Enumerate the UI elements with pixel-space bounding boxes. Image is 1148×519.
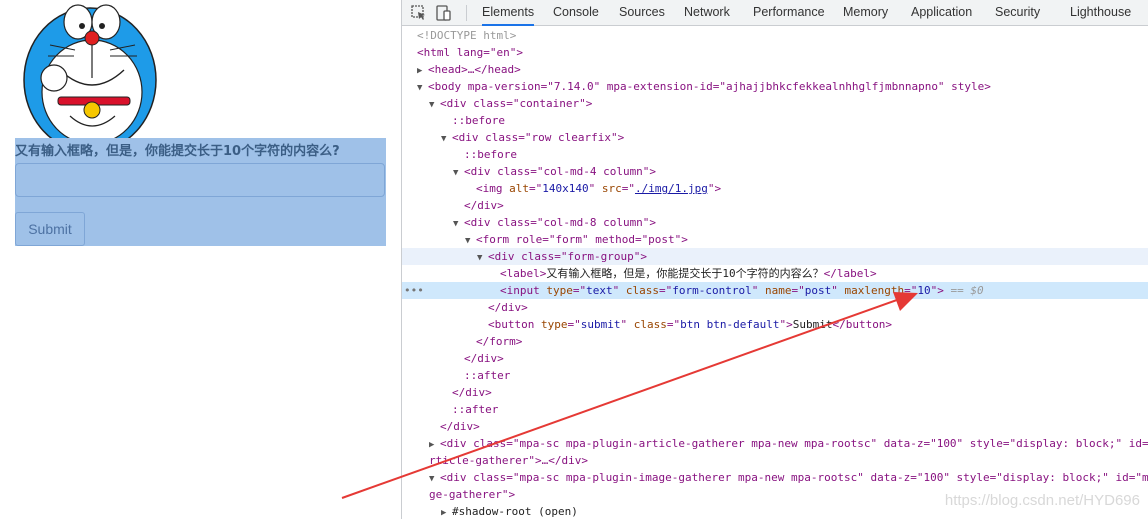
col8-tag: <div class="col-md-8 column"> [464, 216, 657, 229]
tree-node-row[interactable]: ▼ <div class="row clearfix"> [402, 129, 1148, 146]
input-name-value: post [804, 284, 832, 297]
tab-memory[interactable]: Memory [843, 0, 888, 26]
submit-button[interactable]: Submit [15, 212, 85, 246]
tree-node-img[interactable]: <img alt="140x140" src="./img/1.jpg"> [402, 180, 1148, 197]
selected-marker: == $0 [950, 284, 984, 297]
tree-node-form-close[interactable]: </form> [402, 333, 1148, 350]
tab-security[interactable]: Security [995, 0, 1040, 26]
tree-node-article-gatherer-cont[interactable]: rticle-gatherer">…</div> [402, 452, 1148, 469]
tree-node-label[interactable]: <label>又有输入框略，但是，你能提交长于10个字符的内容么？</label… [402, 265, 1148, 282]
watermark: https://blog.csdn.net/HYD696 [944, 492, 1140, 509]
tab-sources[interactable]: Sources [619, 0, 665, 26]
div-close-tag: </div> [440, 420, 480, 433]
tree-node-head[interactable]: ▶ <head>…</head> [402, 61, 1148, 78]
tab-application[interactable]: Application [911, 0, 972, 26]
toolbar-separator [466, 5, 467, 21]
col4-tag: <div class="col-md-4 column"> [464, 165, 657, 178]
tree-node-div-close-5[interactable]: </div> [402, 418, 1148, 435]
tree-node-col4[interactable]: ▼ <div class="col-md-4 column"> [402, 163, 1148, 180]
tree-node-col8[interactable]: ▼ <div class="col-md-8 column"> [402, 214, 1148, 231]
devtools-panel: Elements Console Sources Network Perform… [401, 0, 1148, 519]
tree-node-div-close-2[interactable]: </div> [402, 299, 1148, 316]
img-src-link[interactable]: ./img/1.jpg [635, 182, 708, 195]
div-close-tag: </div> [488, 301, 528, 314]
after-pseudo: ::after [464, 369, 511, 382]
after-pseudo: ::after [452, 403, 499, 416]
div-close-tag: </div> [452, 386, 492, 399]
input-type-value: text [586, 284, 613, 297]
div-close-tag: </div> [464, 352, 504, 365]
tab-network[interactable]: Network [684, 0, 730, 26]
html-tag: <html lang="en"> [417, 46, 523, 59]
tree-node-div-close-4[interactable]: </div> [402, 384, 1148, 401]
input-class-value: form-control [672, 284, 752, 297]
before-pseudo: ::before [464, 148, 517, 161]
tab-console[interactable]: Console [553, 0, 599, 26]
dom-tree: <!DOCTYPE html> <html lang="en"> ▶ <head>… [402, 27, 1148, 519]
tree-node-before-2[interactable]: ::before [402, 146, 1148, 163]
container-tag: <div class="container"> [440, 97, 593, 110]
form-label: 又有输入框略，但是，你能提交长于10个字符的内容么? [15, 144, 340, 159]
inspect-element-icon[interactable] [410, 4, 428, 22]
rendered-page: 又有输入框略，但是，你能提交长于10个字符的内容么? Submit [0, 0, 401, 519]
tree-node-form-group[interactable]: ▼ <div class="form-group"> [402, 248, 1148, 265]
tree-node-container[interactable]: ▼ <div class="container"> [402, 95, 1148, 112]
tree-node-after[interactable]: ::after [402, 367, 1148, 384]
tree-node-article-gatherer[interactable]: ▶ <div class="mpa-sc mpa-plugin-article-g… [402, 435, 1148, 452]
article-gatherer-tag: <div class="mpa-sc mpa-plugin-article-ga… [440, 437, 1148, 450]
tree-node-after-2[interactable]: ::after [402, 401, 1148, 418]
tree-node-doctype[interactable]: <!DOCTYPE html> [402, 27, 1148, 44]
tree-node-div-close-3[interactable]: </div> [402, 350, 1148, 367]
tab-performance[interactable]: Performance [753, 0, 825, 26]
tree-node-button[interactable]: <button type="submit" class="btn btn-def… [402, 316, 1148, 333]
form-group-tag: <div class="form-group"> [488, 250, 647, 263]
more-options-icon[interactable]: ••• [404, 282, 424, 299]
tree-node-body[interactable]: ▼ <body mpa-version="7.14.0" mpa-extensio… [402, 78, 1148, 95]
devtools-toolbar: Elements Console Sources Network Perform… [402, 0, 1148, 26]
button-text: Submit [792, 318, 833, 331]
row-tag: <div class="row clearfix"> [452, 131, 625, 144]
input-maxlength-value: 10 [917, 284, 931, 297]
tree-node-div-close[interactable]: </div> [402, 197, 1148, 214]
post-input[interactable] [15, 163, 385, 197]
head-tag: <head>…</head> [428, 63, 521, 76]
tree-node-image-gatherer[interactable]: ▼ <div class="mpa-sc mpa-plugin-image-gat… [402, 469, 1148, 486]
tree-node-form[interactable]: ▼ <form role="form" method="post"> [402, 231, 1148, 248]
body-tag: <body mpa-version="7.14.0" mpa-extension… [428, 80, 991, 93]
doctype-text: <!DOCTYPE html> [417, 29, 517, 42]
img-alt-value: 140x140 [542, 182, 589, 195]
tree-node-before[interactable]: ::before [402, 112, 1148, 129]
doraemon-image [20, 0, 160, 140]
form-close-tag: </form> [476, 335, 523, 348]
label-text: 又有输入框略，但是，你能提交长于10个字符的内容么？ [546, 267, 824, 280]
shadow-root-text: #shadow-root (open) [452, 505, 578, 518]
device-toolbar-icon[interactable] [435, 4, 453, 22]
screenshot: 又有输入框略，但是，你能提交长于10个字符的内容么? Submit Elemen… [0, 0, 1148, 519]
expand-triangle-icon[interactable]: ▶ [441, 505, 452, 519]
before-pseudo: ::before [452, 114, 505, 127]
tree-node-input-selected[interactable]: ••• <input type="text" class="form-contro… [402, 282, 1148, 299]
div-close-tag: </div> [464, 199, 504, 212]
image-gatherer-cont: ge-gatherer"> [429, 488, 516, 501]
image-gatherer-tag: <div class="mpa-sc mpa-plugin-image-gath… [440, 471, 1148, 484]
tree-node-html[interactable]: <html lang="en"> [402, 44, 1148, 61]
tab-lighthouse[interactable]: Lighthouse [1070, 0, 1131, 26]
form-tag: <form role="form" method="post"> [476, 233, 688, 246]
tab-elements[interactable]: Elements [482, 0, 535, 26]
article-gatherer-cont: rticle-gatherer">…</div> [429, 454, 588, 467]
